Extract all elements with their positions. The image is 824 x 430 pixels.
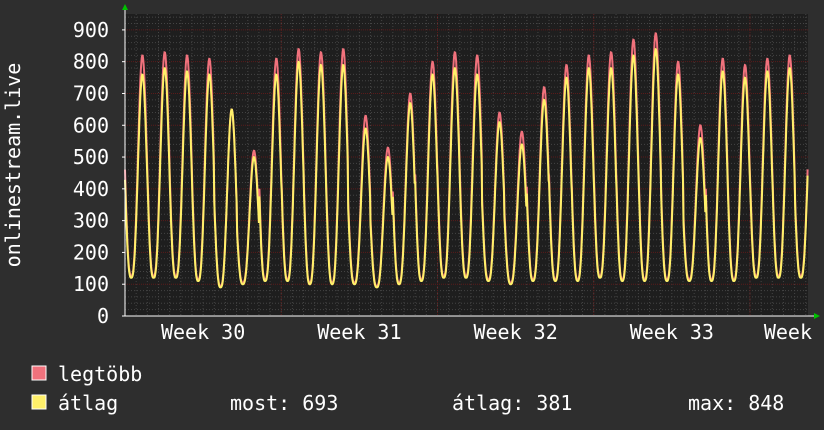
legend-swatch-avg xyxy=(31,394,47,410)
y-tick-label: 800 xyxy=(73,50,109,74)
x-tick-label: Week xyxy=(764,320,812,344)
y-tick-label: 300 xyxy=(73,209,109,233)
legend-avg-value: átlag: 381 xyxy=(452,391,572,415)
legend-swatch-max xyxy=(31,365,47,381)
y-tick-label: 400 xyxy=(73,177,109,201)
x-tick-label: Week 33 xyxy=(630,320,714,344)
y-axis-label: onlinestream.live xyxy=(1,63,25,268)
x-tick-label: Week 30 xyxy=(161,320,245,344)
legend-label-max: legtöbb xyxy=(58,362,142,386)
y-tick-label: 500 xyxy=(73,145,109,169)
x-tick-label: Week 32 xyxy=(473,320,557,344)
legend-now-value: most: 693 xyxy=(230,391,338,415)
legend-label-avg: átlag xyxy=(58,391,118,415)
legend-max-value: max: 848 xyxy=(688,391,784,415)
y-tick-label: 600 xyxy=(73,113,109,137)
y-tick-label: 900 xyxy=(73,18,109,42)
chart: 0 100 200 300 400 500 600 700 800 900 Week 30 Week… xyxy=(0,0,824,430)
y-tick-label: 200 xyxy=(73,240,109,264)
y-tick-label: 700 xyxy=(73,81,109,105)
y-tick-label: 100 xyxy=(73,272,109,296)
x-tick-label: Week 31 xyxy=(317,320,401,344)
y-tick-label: 0 xyxy=(97,304,109,328)
